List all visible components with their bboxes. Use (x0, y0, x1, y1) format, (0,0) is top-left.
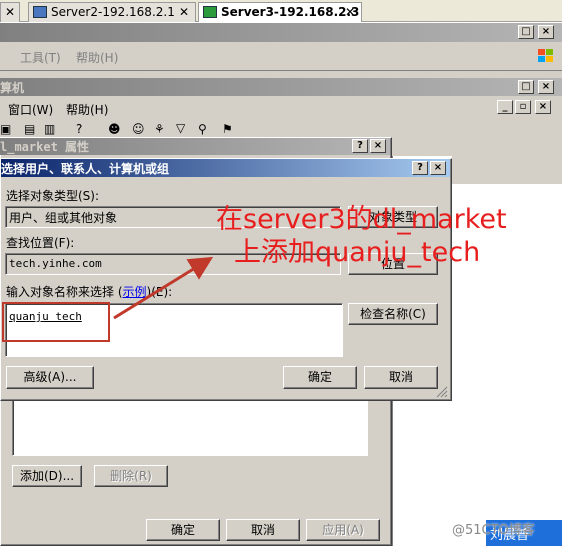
tab-server2[interactable]: Server2-192.168.2.1 ✕ (28, 2, 196, 22)
close-icon[interactable]: × (430, 161, 446, 175)
windows-logo-icon (536, 47, 556, 65)
menu-window[interactable]: 窗口(W) (8, 101, 53, 118)
select-dialog-title-bar: 选择用户、联系人、计算机或组 (1, 159, 450, 177)
find-icon[interactable]: ⚲ (198, 122, 207, 136)
add-button[interactable]: 添加(D)... (12, 465, 82, 487)
object-type-label: 选择对象类型(S): (6, 189, 100, 203)
help-icon[interactable]: ? (76, 122, 82, 136)
select-dialog-title: 选择用户、联系人、计算机或组 (1, 162, 170, 176)
close-icon[interactable]: × (535, 100, 551, 114)
properties-cancel-button[interactable]: 取消 (226, 519, 300, 541)
session-tab-bar: ✕ Server2-192.168.2.1 ✕ Server3-192.168.… (0, 0, 562, 22)
computer-icon (203, 5, 217, 18)
restore-icon[interactable]: □ (518, 25, 534, 39)
annotation-line-2: 上添加quanju_tech (234, 237, 481, 268)
help-icon[interactable]: ? (352, 139, 368, 153)
ou-icon[interactable]: ⚑ (222, 122, 233, 136)
group-icon[interactable]: ⚘ (154, 122, 165, 136)
inner-window-title: 算机 (0, 81, 25, 95)
location-value: tech.yinhe.com (9, 257, 102, 270)
check-names-button[interactable]: 检查名称(C) (348, 303, 438, 325)
object-type-value: 用户、组或其他对象 (9, 211, 118, 225)
close-icon[interactable]: × (538, 80, 554, 94)
close-icon[interactable]: × (370, 139, 386, 153)
highlight-box (2, 302, 110, 342)
annotation-text: 在server3的dl_market 上添加quanju_tech (216, 203, 507, 269)
properties-ok-button[interactable]: 确定 (146, 519, 220, 541)
mmc-title-bar (0, 23, 562, 42)
inner-title-bar: 算机 (0, 78, 562, 96)
annotation-arrow (113, 256, 214, 320)
users-icon[interactable]: ☻ (108, 122, 121, 136)
filter-icon[interactable]: ▽ (176, 121, 185, 135)
minimize-icon[interactable]: _ (497, 100, 513, 114)
watermark-text: @51CTO博客 (452, 523, 535, 538)
location-label: 查找位置(F): (6, 236, 75, 250)
annotation-line-1: 在server3的dl_market (216, 204, 507, 235)
close-icon[interactable]: ✕ (5, 3, 15, 21)
members-list[interactable] (12, 398, 368, 456)
tab-close-icon[interactable]: ✕ (179, 3, 189, 21)
properties-apply-button: 应用(A) (306, 519, 380, 541)
close-icon[interactable]: × (538, 25, 554, 39)
help-icon[interactable]: ? (412, 161, 428, 175)
menu-tools[interactable]: 工具(T) (20, 49, 61, 66)
properties-title-bar: l_market 属性 (0, 138, 390, 155)
user-icon[interactable]: ☺ (132, 122, 145, 136)
tab-close-icon[interactable]: ✕ (345, 3, 355, 21)
tab-server3[interactable]: Server3-192.168.2.3 ✕ (198, 2, 362, 22)
advanced-button[interactable]: 高级(A)... (6, 366, 94, 389)
toolbar-icon[interactable]: ▥ (44, 122, 55, 136)
resize-grip-icon[interactable] (436, 386, 448, 398)
menu-help[interactable]: 帮助(H) (66, 101, 108, 118)
tab-scroll-left[interactable]: ✕ (0, 2, 20, 22)
restore-icon[interactable]: □ (518, 80, 534, 94)
computer-icon (33, 5, 47, 18)
inner-menu-bar: 窗口(W) 帮助(H) _ ▫ × (0, 98, 562, 120)
mmc-menu-bar: 工具(T) 帮助(H) (0, 45, 562, 69)
remove-button: 删除(R) (94, 465, 168, 487)
toolbar-icon[interactable]: ▤ (24, 122, 35, 136)
toolbar-icon[interactable]: ▣ (0, 122, 11, 136)
restore-icon[interactable]: ▫ (515, 100, 531, 114)
dialog-ok-button[interactable]: 确定 (283, 366, 357, 389)
properties-title: l_market 属性 (0, 140, 90, 154)
dialog-cancel-button[interactable]: 取消 (364, 366, 438, 389)
menu-help[interactable]: 帮助(H) (76, 49, 118, 66)
